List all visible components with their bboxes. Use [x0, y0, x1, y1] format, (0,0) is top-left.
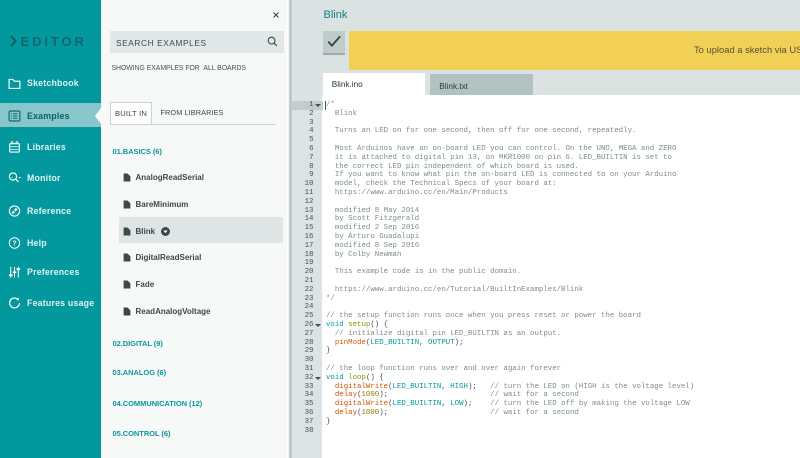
svg-text:?: ?	[12, 240, 16, 247]
